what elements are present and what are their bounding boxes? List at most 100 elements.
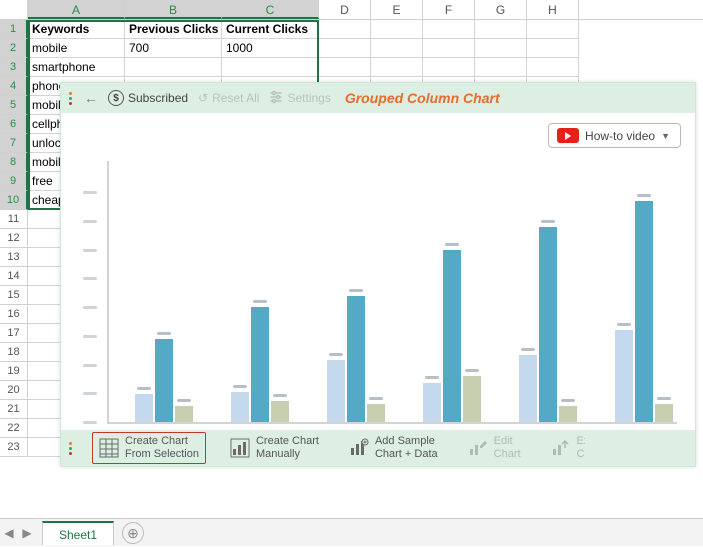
export-chart-button[interactable]: ExportChart bbox=[545, 433, 585, 462]
cell[interactable]: Previous Clicks bbox=[125, 20, 222, 39]
row-header[interactable]: 23 bbox=[0, 438, 28, 457]
add-sample-button[interactable]: Add SampleChart + Data bbox=[343, 433, 444, 462]
cell[interactable] bbox=[475, 20, 527, 39]
row-header[interactable]: 5 bbox=[0, 96, 28, 115]
plot-area bbox=[107, 161, 677, 424]
cell[interactable] bbox=[319, 20, 371, 39]
cell[interactable]: 1000 bbox=[222, 39, 319, 58]
reset-label: Reset All bbox=[212, 91, 259, 105]
row-header[interactable]: 11 bbox=[0, 210, 28, 229]
bar-cap bbox=[233, 385, 247, 388]
drag-handle-icon[interactable] bbox=[69, 92, 72, 105]
row-header[interactable]: 16 bbox=[0, 305, 28, 324]
create-chart-manually-button[interactable]: Create ChartManually bbox=[224, 433, 325, 462]
bar bbox=[539, 227, 557, 423]
cell[interactable] bbox=[222, 58, 319, 77]
cell[interactable]: Keywords bbox=[28, 20, 125, 39]
row-header[interactable]: 17 bbox=[0, 324, 28, 343]
bar-cap bbox=[657, 397, 671, 400]
cell[interactable]: Current Clicks bbox=[222, 20, 319, 39]
bar bbox=[655, 404, 673, 422]
cell[interactable] bbox=[125, 58, 222, 77]
cell[interactable] bbox=[527, 20, 579, 39]
row-header[interactable]: 15 bbox=[0, 286, 28, 305]
col-header-F[interactable]: F bbox=[423, 0, 475, 19]
cell[interactable]: 700 bbox=[125, 39, 222, 58]
row-header[interactable]: 18 bbox=[0, 343, 28, 362]
row-header[interactable]: 22 bbox=[0, 419, 28, 438]
bar bbox=[559, 406, 577, 422]
cell[interactable]: mobile bbox=[28, 39, 125, 58]
cell[interactable] bbox=[423, 58, 475, 77]
cell[interactable] bbox=[319, 58, 371, 77]
dollar-icon: $ bbox=[108, 90, 124, 106]
bar-cap bbox=[349, 289, 363, 292]
bar-cap bbox=[329, 353, 343, 356]
panel-title: Grouped Column Chart bbox=[345, 90, 500, 106]
col-header-D[interactable]: D bbox=[319, 0, 371, 19]
bar-cap bbox=[445, 243, 459, 246]
row-header[interactable]: 1 bbox=[0, 20, 28, 39]
chart-from-selection-icon bbox=[99, 438, 119, 458]
cell[interactable] bbox=[475, 58, 527, 77]
back-icon[interactable]: ← bbox=[84, 90, 98, 106]
cell[interactable] bbox=[371, 20, 423, 39]
row-header[interactable]: 6 bbox=[0, 115, 28, 134]
create-chart-from-selection-button[interactable]: Create ChartFrom Selection bbox=[92, 432, 206, 463]
a1l1: Create Chart bbox=[125, 435, 199, 448]
bar bbox=[175, 406, 193, 422]
row-header[interactable]: 9 bbox=[0, 172, 28, 191]
howto-video-button[interactable]: How-to video ▼ bbox=[548, 123, 681, 148]
cell[interactable] bbox=[527, 39, 579, 58]
cell[interactable] bbox=[527, 58, 579, 77]
row-header[interactable]: 12 bbox=[0, 229, 28, 248]
col-header-G[interactable]: G bbox=[475, 0, 527, 19]
a3l2: Chart + Data bbox=[375, 448, 438, 461]
row-header[interactable]: 4 bbox=[0, 77, 28, 96]
settings-label: Settings bbox=[287, 91, 330, 105]
cell[interactable] bbox=[371, 39, 423, 58]
cell[interactable] bbox=[371, 58, 423, 77]
a4l1: Edit bbox=[494, 435, 521, 448]
col-header-B[interactable]: B bbox=[125, 0, 222, 19]
sheet-tab-active[interactable]: Sheet1 bbox=[42, 521, 114, 545]
a5l1: Export bbox=[577, 435, 585, 448]
cell[interactable] bbox=[319, 39, 371, 58]
subscribed-button[interactable]: $ Subscribed bbox=[108, 90, 188, 106]
bar bbox=[443, 250, 461, 423]
edit-chart-button[interactable]: EditChart bbox=[462, 433, 527, 462]
row-header[interactable]: 20 bbox=[0, 381, 28, 400]
col-header-E[interactable]: E bbox=[371, 0, 423, 19]
row-header[interactable]: 7 bbox=[0, 134, 28, 153]
cell[interactable] bbox=[423, 20, 475, 39]
row-header[interactable]: 14 bbox=[0, 267, 28, 286]
row-header[interactable]: 19 bbox=[0, 362, 28, 381]
settings-button[interactable]: Settings bbox=[269, 90, 330, 107]
tab-nav-next[interactable]: ▶ bbox=[18, 526, 36, 540]
row-header[interactable]: 2 bbox=[0, 39, 28, 58]
col-header-C[interactable]: C bbox=[222, 0, 319, 19]
col-header-H[interactable]: H bbox=[527, 0, 579, 19]
row-header[interactable]: 3 bbox=[0, 58, 28, 77]
col-header-A[interactable]: A bbox=[28, 0, 125, 19]
y-axis-ticks bbox=[83, 161, 101, 424]
bar-cap bbox=[541, 220, 555, 223]
drag-handle-icon[interactable] bbox=[69, 442, 72, 455]
reset-all-button[interactable]: ↺ Reset All bbox=[198, 91, 259, 105]
bar bbox=[423, 383, 441, 422]
a1l2: From Selection bbox=[125, 448, 199, 461]
row-header[interactable]: 13 bbox=[0, 248, 28, 267]
row-header[interactable]: 10 bbox=[0, 191, 28, 210]
bar-cap bbox=[273, 394, 287, 397]
cell[interactable] bbox=[423, 39, 475, 58]
row-header[interactable]: 21 bbox=[0, 400, 28, 419]
cell[interactable] bbox=[475, 39, 527, 58]
bar bbox=[519, 355, 537, 422]
select-all-corner[interactable] bbox=[0, 0, 28, 19]
bar-cap bbox=[157, 332, 171, 335]
add-sheet-button[interactable]: ⊕ bbox=[122, 522, 144, 544]
row-header[interactable]: 8 bbox=[0, 153, 28, 172]
tab-nav-prev[interactable]: ◀ bbox=[0, 526, 18, 540]
bar bbox=[135, 394, 153, 422]
cell[interactable]: smartphone bbox=[28, 58, 125, 77]
